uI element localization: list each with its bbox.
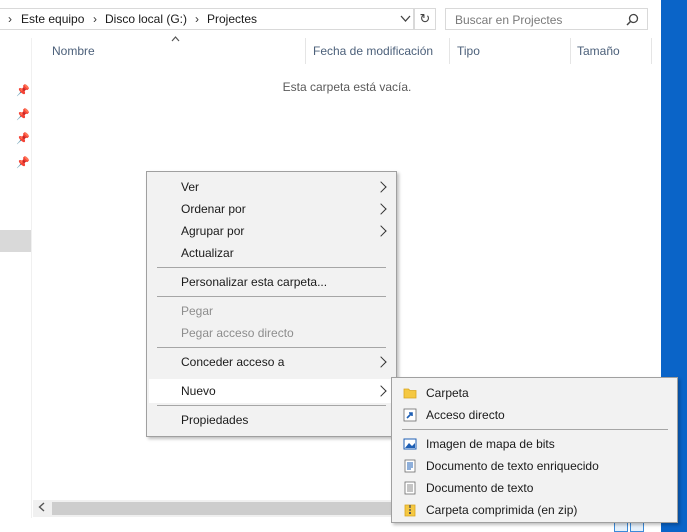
search-input[interactable]: Buscar en Projectes [445, 8, 648, 30]
large-icons-view-button[interactable] [630, 522, 644, 532]
menu-item-conceder-acceso[interactable]: Conceder acceso a [181, 355, 284, 369]
menu-item-ver[interactable]: Ver [181, 180, 199, 194]
menu-separator [157, 405, 386, 406]
submenu-chevron-icon [375, 203, 387, 215]
menu-item-actualizar[interactable]: Actualizar [181, 246, 234, 260]
zip-folder-icon [403, 503, 417, 517]
new-submenu: Carpeta Acceso directo Imagen de mapa de… [391, 377, 678, 523]
breadcrumb-item-projectes[interactable]: Projectes [207, 12, 257, 26]
breadcrumb-chevron-icon: › [8, 12, 12, 26]
menu-separator [157, 347, 386, 348]
breadcrumb-chevron-icon: › [195, 12, 199, 26]
menu-item-propiedades[interactable]: Propiedades [181, 413, 248, 427]
column-divider[interactable] [570, 38, 571, 64]
breadcrumb-item-disco-local[interactable]: Disco local (G:) [105, 12, 187, 26]
folder-icon [403, 386, 417, 400]
column-header-tamano[interactable]: Tamaño [577, 44, 620, 58]
submenu-item-carpeta-comprimida[interactable]: Carpeta comprimida (en zip) [426, 503, 577, 517]
address-dropdown-icon[interactable] [400, 12, 411, 26]
pin-icon: 📌 [16, 109, 30, 121]
rich-text-document-icon [403, 459, 417, 473]
menu-separator [157, 296, 386, 297]
menu-item-agrupar-por[interactable]: Agrupar por [181, 224, 244, 238]
submenu-item-imagen-bits[interactable]: Imagen de mapa de bits [426, 437, 555, 451]
breadcrumb-chevron-icon: › [93, 12, 97, 26]
column-divider [651, 38, 652, 64]
search-placeholder: Buscar en Projectes [455, 13, 563, 27]
refresh-button[interactable]: ↻ [414, 8, 436, 30]
submenu-separator [402, 429, 668, 430]
column-header-fecha[interactable]: Fecha de modificación [313, 44, 433, 58]
column-header-nombre[interactable]: Nombre [52, 44, 95, 58]
menu-item-ordenar-por[interactable]: Ordenar por [181, 202, 246, 216]
search-icon [626, 13, 639, 29]
details-view-button[interactable] [614, 522, 628, 532]
menu-item-pegar[interactable]: Pegar [181, 304, 213, 318]
sort-ascending-icon [171, 34, 180, 44]
empty-folder-message: Esta carpeta está vacía. [282, 80, 412, 94]
pin-icon: 📌 [16, 157, 30, 169]
column-divider[interactable] [449, 38, 450, 64]
menu-item-personalizar[interactable]: Personalizar esta carpeta... [181, 275, 327, 289]
submenu-item-documento-enriquecido[interactable]: Documento de texto enriquecido [426, 459, 599, 473]
submenu-item-carpeta[interactable]: Carpeta [426, 386, 469, 400]
submenu-chevron-icon [375, 356, 387, 368]
pin-icon: 📌 [16, 133, 30, 145]
submenu-item-documento-texto[interactable]: Documento de texto [426, 481, 533, 495]
submenu-item-acceso-directo[interactable]: Acceso directo [426, 408, 505, 422]
shortcut-icon [403, 408, 417, 422]
menu-item-pegar-acceso-directo[interactable]: Pegar acceso directo [181, 326, 294, 340]
menu-item-nuevo[interactable]: Nuevo [181, 384, 216, 398]
submenu-chevron-icon [375, 225, 387, 237]
scroll-left-icon[interactable] [38, 501, 45, 515]
context-menu: Ver Ordenar por Agrupar por Actualizar P… [146, 171, 397, 437]
text-document-icon [403, 481, 417, 495]
refresh-icon: ↻ [419, 11, 431, 26]
menu-separator [157, 267, 386, 268]
bitmap-icon [403, 437, 417, 451]
submenu-chevron-icon [375, 181, 387, 193]
breadcrumb-item-este-equipo[interactable]: Este equipo [21, 12, 84, 26]
column-divider[interactable] [305, 38, 306, 64]
navigation-selected-item[interactable] [0, 230, 31, 252]
navigation-pane-divider [31, 38, 32, 518]
column-header-tipo[interactable]: Tipo [457, 44, 480, 58]
